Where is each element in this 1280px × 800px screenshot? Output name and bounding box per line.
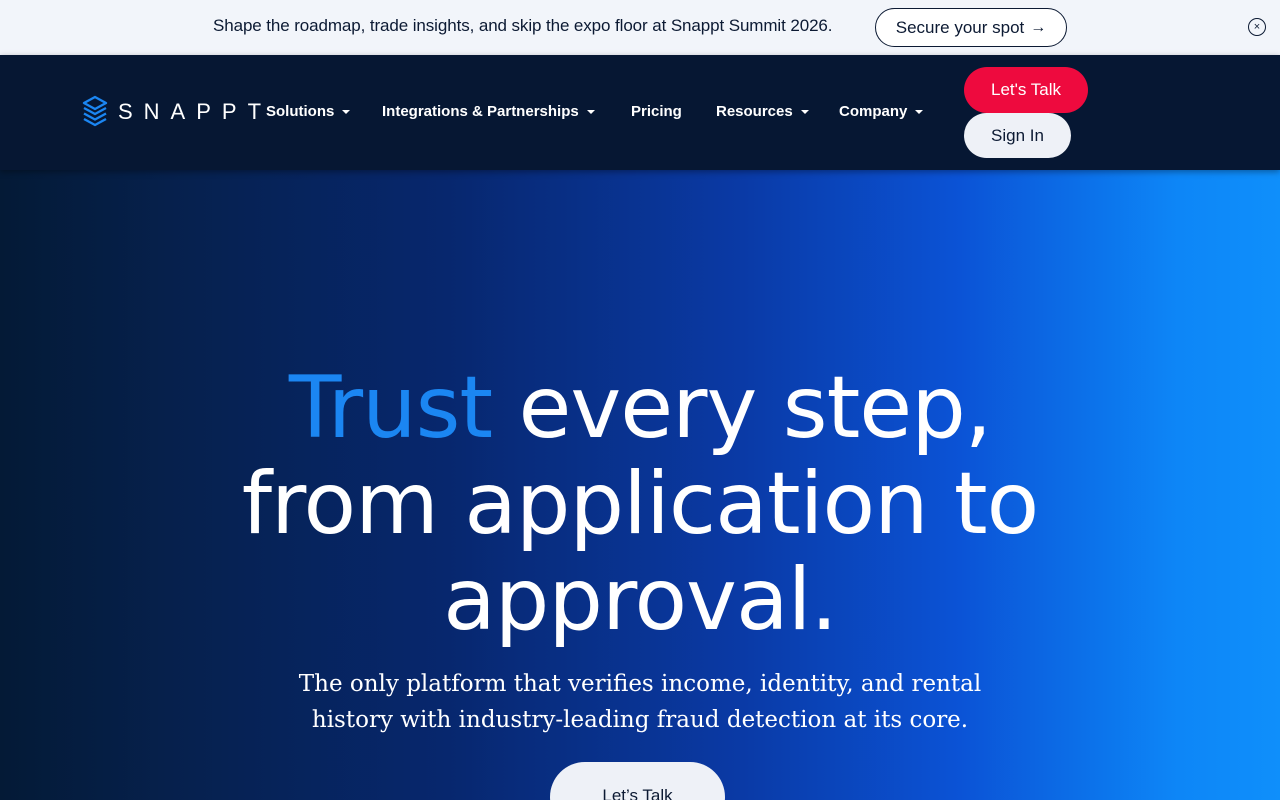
nav-company[interactable]: Company (839, 103, 924, 120)
nav-pricing[interactable]: Pricing (631, 103, 682, 120)
secure-spot-button[interactable]: Secure your spot → (875, 8, 1067, 47)
announcement-bar: Shape the roadmap, trade insights, and s… (0, 0, 1280, 55)
headline-line-3: approval. (443, 550, 838, 650)
nav-resources[interactable]: Resources (716, 103, 809, 120)
nav-item-label: Integrations & Partnerships (382, 103, 579, 120)
main-navigation: SNAPPT Solutions Integrations & Partners… (0, 55, 1280, 170)
sign-in-button[interactable]: Sign In (964, 113, 1071, 158)
hero-section: Trust every step, from application to ap… (0, 170, 1280, 800)
nav-item-label: Company (839, 103, 908, 120)
nav-integrations-partnerships[interactable]: Integrations & Partnerships (382, 103, 595, 120)
nav-item-label: Solutions (266, 103, 335, 120)
hero-subheadline: The only platform that verifies income, … (298, 671, 982, 733)
caret-down-icon (800, 110, 809, 114)
caret-down-icon (342, 110, 351, 114)
nav-item-label: Pricing (631, 103, 682, 120)
close-icon[interactable]: × (1248, 18, 1266, 36)
stacked-layers-icon (82, 95, 108, 127)
announcement-text: Shape the roadmap, trade insights, and s… (213, 16, 833, 35)
lets-talk-button[interactable]: Let's Talk (964, 67, 1088, 113)
hero-lets-talk-button[interactable]: Let’s Talk (550, 762, 725, 800)
logo-wordmark: SNAPPT (118, 99, 273, 124)
nav-item-label: Resources (716, 103, 793, 120)
secure-spot-label: Secure your spot (895, 17, 1025, 37)
headline-line-1-rest: every step, (492, 358, 992, 458)
nav-solutions[interactable]: Solutions (266, 103, 351, 120)
caret-down-icon (586, 110, 595, 114)
caret-down-icon (915, 110, 924, 114)
headline-line-1: Trust every step, (0, 360, 1280, 456)
headline-accent: Trust (288, 358, 493, 458)
headline-line-2: from application to (241, 454, 1040, 554)
snappt-logo[interactable]: SNAPPT (82, 95, 272, 129)
arrow-right-icon: → (1030, 18, 1047, 36)
hero-headline: Trust every step, from application to ap… (0, 360, 1280, 648)
